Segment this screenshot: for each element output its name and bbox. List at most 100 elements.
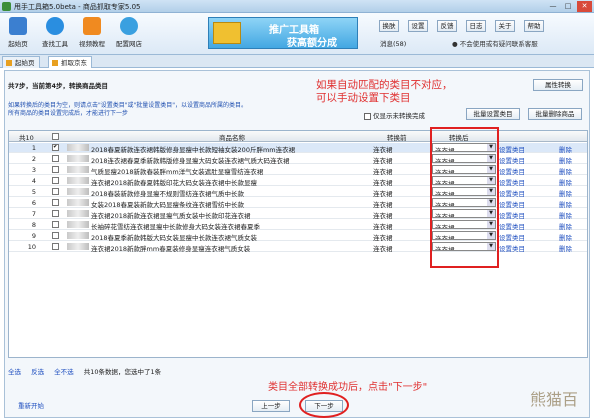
app-icon (2, 2, 11, 11)
set-category-link[interactable]: 设置类目 (499, 155, 525, 165)
select-all-link[interactable]: 全选 (8, 368, 21, 376)
home-button[interactable]: 起始页 (3, 15, 33, 53)
close-button[interactable]: ✕ (577, 1, 592, 12)
row-number: 7 (31, 210, 36, 218)
home-icon (9, 17, 27, 35)
attr-convert-button[interactable]: 属性转换 (533, 79, 583, 91)
category-before: 连衣裙 (373, 212, 393, 220)
header-name: 商品名称 (219, 134, 245, 142)
delete-link[interactable]: 删除 (559, 155, 572, 165)
watermark: 熊猫百 (530, 390, 579, 409)
product-thumbnail (67, 199, 89, 206)
select-none-link[interactable]: 全不选 (54, 368, 74, 376)
batch-delete-button[interactable]: 批量删除商品 (528, 108, 582, 120)
row-number: 5 (31, 188, 36, 196)
set-category-link[interactable]: 设置类目 (499, 199, 525, 209)
row-number: 8 (31, 221, 36, 229)
highlight-ellipse (299, 392, 349, 418)
window-title: 甩手工具箱5.0beta - 商品抓取专家5.05 (14, 3, 141, 11)
product-thumbnail (67, 232, 89, 239)
set-category-link[interactable]: 设置类目 (499, 210, 525, 220)
table-row[interactable]: 7 连衣裙2018新款连衣裙显瘦气质女装中长款印花连衣裙 连衣裙 连衣裙 ▼ 设置类目 删除 (9, 209, 587, 220)
table-row[interactable]: 9 2018春夏季新款韩版大码女装显瘦中长款连衣裙气质女装 连衣裙 连衣裙 ▼ 设置类目删… (9, 231, 587, 242)
promo-banner[interactable]: 推广工具箱 获高额分成 (208, 17, 358, 49)
delete-link[interactable]: 删除 (559, 210, 572, 220)
row-checkbox[interactable] (52, 232, 59, 239)
product-thumbnail (67, 188, 89, 195)
prev-step-button[interactable]: 上一步 (252, 400, 290, 412)
tab-start-page[interactable]: 起始页 (2, 56, 40, 68)
help-text: 如果转换后的类目为空，则请点击"设置类目"或"批量设置类目"，以设置商品所属的类… (8, 102, 248, 117)
only-unconverted-checkbox[interactable]: 仅显示未转换完成 (364, 110, 425, 120)
delete-link[interactable]: 删除 (559, 199, 572, 209)
step-title: 共7步，当前第4步，转换商品类目 (8, 82, 109, 90)
invert-selection-link[interactable]: 反选 (31, 368, 44, 376)
table-row[interactable]: 3 气质显瘦2018新款春装胖mm洋气女装遮肚显瘦雪纺连衣裙 连衣裙 连衣裙 ▼ 设置类目… (9, 165, 587, 176)
set-category-link[interactable]: 设置类目 (499, 188, 525, 198)
delete-link[interactable]: 删除 (559, 243, 572, 253)
product-name: 2018春装新款修身显瘦不规则雪纺连衣裙气质中长款 (91, 190, 245, 198)
set-category-link[interactable]: 设置类目 (499, 144, 525, 154)
row-checkbox[interactable] (52, 188, 59, 195)
restart-link[interactable]: 重新开始 (18, 400, 44, 410)
table-row[interactable]: 10 连衣裙2018新款胖mm春夏装修身显瘦连衣裙气质女装 连衣裙 连衣裙 ▼ 设置类目删… (9, 242, 587, 253)
row-checkbox[interactable] (52, 177, 59, 184)
support-notice[interactable]: ● 不会使用或有疑问联系客服 (452, 38, 538, 48)
row-number: 2 (31, 155, 36, 163)
find-tools-button[interactable]: 查找工具 (40, 15, 70, 53)
row-checkbox[interactable] (52, 243, 59, 250)
table-row[interactable]: 5 2018春装新款修身显瘦不规则雪纺连衣裙气质中长款 连衣裙 连衣裙 ▼ 设置类目 删除 (9, 187, 587, 198)
set-category-link[interactable]: 设置类目 (499, 177, 525, 187)
table-row[interactable]: 8 长袖碎花雪纺连衣裙显瘦中长款修身大码女装连衣裙春夏季 连衣裙 连衣裙 ▼ 设置类目 删除 (9, 220, 587, 231)
log-button[interactable]: 日志 (466, 20, 486, 32)
delete-link[interactable]: 删除 (559, 177, 572, 187)
table-row[interactable]: 2 2018连衣裙春夏季新款韩版修身显瘦大码女装连衣裙气质大码连衣裙 连衣裙 连衣裙 ▼… (9, 154, 587, 165)
set-category-link[interactable]: 设置类目 (499, 232, 525, 242)
maximize-button[interactable]: □ (561, 1, 575, 12)
set-category-link[interactable]: 设置类目 (499, 243, 525, 253)
row-number: 6 (31, 199, 36, 207)
help-button[interactable]: 帮助 (524, 20, 544, 32)
settings-button[interactable]: 设置 (408, 20, 428, 32)
row-checkbox[interactable] (52, 221, 59, 228)
product-name: 女装2018春夏装新款大码显瘦条纹连衣裙雪纺中长款 (91, 201, 245, 209)
feedback-button[interactable]: 反馈 (437, 20, 457, 32)
table-row[interactable]: 12018春夏新款连衣裙韩版修身显瘦中长款短袖女装200斤胖mm连衣裙连衣裙连衣… (9, 143, 587, 154)
table-row[interactable]: 6 女装2018春夏装新款大码显瘦条纹连衣裙雪纺中长款 连衣裙 连衣裙 ▼ 设置类目 删除 (9, 198, 587, 209)
minimize-button[interactable]: — (546, 1, 560, 12)
row-checkbox[interactable] (52, 166, 59, 173)
table-row[interactable]: 4 连衣裙2018新款春夏韩版印花大码女装连衣裙中长款显瘦 连衣裙 连衣裙 ▼ 设置类目删… (9, 176, 587, 187)
select-all-checkbox[interactable] (52, 133, 59, 140)
gear-icon (120, 17, 138, 35)
delete-link[interactable]: 删除 (559, 221, 572, 231)
row-number: 9 (31, 232, 36, 240)
tab-bar: 起始页 抓取京东 (0, 55, 594, 68)
product-name: 长袖碎花雪纺连衣裙显瘦中长款修身大码女装连衣裙春夏季 (91, 223, 260, 231)
delete-link[interactable]: 删除 (559, 232, 572, 242)
product-thumbnail (67, 243, 89, 250)
messages-link[interactable]: 消息(58) (380, 38, 406, 48)
config-shop-button[interactable]: 配置网店 (114, 15, 144, 53)
skin-button[interactable]: 换肤 (379, 20, 399, 32)
selection-summary: 共10条数据，您选中了1条 (83, 368, 162, 376)
category-before: 连衣裙 (373, 168, 393, 176)
row-checkbox[interactable] (52, 199, 59, 206)
annotation-top: 如果自动匹配的类目不对应， 可以手动设置下类目 (316, 79, 453, 104)
delete-link[interactable]: 删除 (559, 188, 572, 198)
row-checkbox[interactable] (52, 210, 59, 217)
set-category-link[interactable]: 设置类目 (499, 221, 525, 231)
video-tutorial-button[interactable]: 视频教程 (77, 15, 107, 53)
set-category-link[interactable]: 设置类目 (499, 166, 525, 176)
product-name: 连衣裙2018新款连衣裙显瘦气质女装中长款印花连衣裙 (91, 212, 251, 220)
product-name: 气质显瘦2018新款春装胖mm洋气女装遮肚显瘦雪纺连衣裙 (91, 168, 264, 176)
product-name: 连衣裙2018新款春夏韩版印花大码女装连衣裙中长款显瘦 (91, 179, 258, 187)
tab-jd-capture[interactable]: 抓取京东 (48, 56, 92, 68)
row-checkbox[interactable] (52, 144, 59, 151)
delete-link[interactable]: 删除 (559, 144, 572, 154)
batch-set-category-button[interactable]: 批量设置类目 (466, 108, 520, 120)
header-count: 共10 (19, 134, 34, 142)
delete-link[interactable]: 删除 (559, 166, 572, 176)
row-checkbox[interactable] (52, 155, 59, 162)
about-button[interactable]: 关于 (495, 20, 515, 32)
row-number: 1 (31, 144, 36, 152)
